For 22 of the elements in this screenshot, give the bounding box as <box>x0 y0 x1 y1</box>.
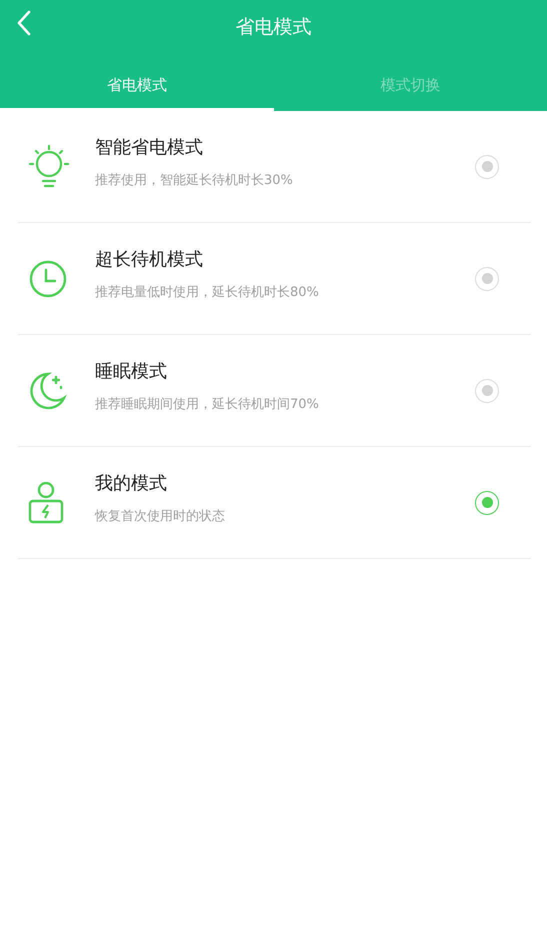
mode-title: 睡眠模式 <box>95 360 168 382</box>
mode-title: 超长待机模式 <box>95 248 204 270</box>
mode-item[interactable]: 超长待机模式 推荐电量低时使用，延长待机时长80% <box>18 223 531 335</box>
radio-button[interactable] <box>475 266 499 290</box>
mode-item[interactable]: 睡眠模式 推荐睡眠期间使用，延长待机时间70% <box>18 335 531 447</box>
mode-description: 推荐睡眠期间使用，延长待机时间70% <box>95 396 320 412</box>
mode-item[interactable]: 智能省电模式 推荐使用，智能延长待机时长30% <box>18 111 531 223</box>
moon-icon <box>28 370 68 410</box>
back-icon <box>16 10 32 36</box>
user-battery-icon <box>28 482 64 524</box>
radio-button[interactable] <box>475 154 499 178</box>
mode-description: 推荐电量低时使用，延长待机时长80% <box>95 284 320 300</box>
radio-button[interactable] <box>475 378 499 402</box>
radio-button[interactable] <box>475 490 499 514</box>
page-title: 省电模式 <box>236 15 312 40</box>
mode-title: 我的模式 <box>95 472 168 494</box>
lightbulb-icon <box>28 144 70 190</box>
mode-description: 推荐使用，智能延长待机时长30% <box>95 172 294 188</box>
mode-description: 恢复首次使用时的状态 <box>95 508 226 524</box>
mode-item[interactable]: 我的模式 恢复首次使用时的状态 <box>18 447 531 559</box>
mode-title: 智能省电模式 <box>95 136 204 158</box>
clock-icon <box>28 258 68 298</box>
